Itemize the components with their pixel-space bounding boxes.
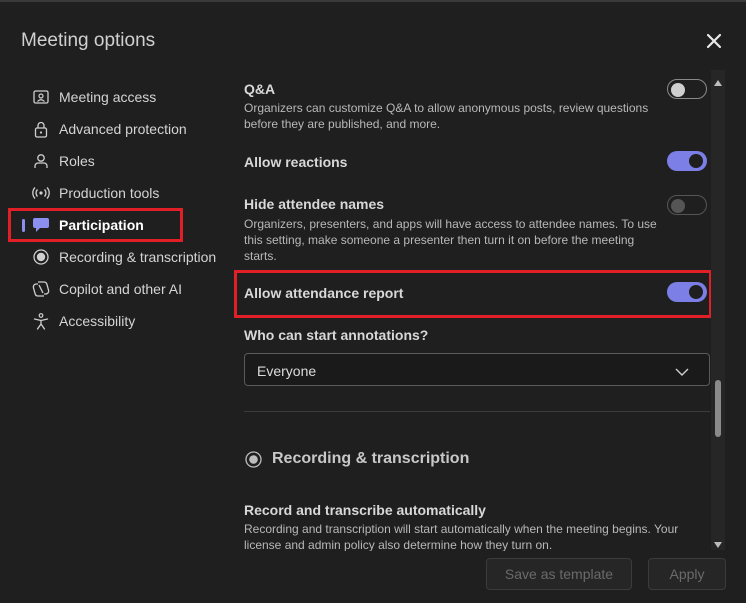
sidebar-item-label: Production tools <box>59 185 160 201</box>
toggle-knob <box>689 154 703 168</box>
record-auto-description: Recording and transcription will start a… <box>244 522 679 551</box>
record-auto-title: Record and transcribe automatically <box>244 502 486 518</box>
scrollbar-thumb[interactable] <box>715 380 721 437</box>
highlight-box-attendance <box>234 270 712 318</box>
toggle-knob <box>671 199 685 213</box>
apply-button[interactable]: Apply <box>648 558 726 590</box>
highlight-box-participation <box>8 208 183 242</box>
scrollbar-track[interactable] <box>711 70 725 550</box>
sidebar-item-label: Copilot and other AI <box>59 281 182 297</box>
sidebar-item-advanced-protection[interactable]: Advanced protection <box>32 116 187 142</box>
sidebar-item-label: Meeting access <box>59 89 157 105</box>
window-top-edge <box>0 0 746 2</box>
close-button[interactable] <box>703 30 725 52</box>
annotations-selected-value: Everyone <box>257 363 317 379</box>
section-divider <box>244 411 710 412</box>
close-icon <box>706 33 722 49</box>
sidebar-item-accessibility[interactable]: Accessibility <box>32 308 135 334</box>
toggle-knob <box>671 83 685 97</box>
sidebar-item-label: Recording & transcription <box>59 249 217 265</box>
hide-names-description: Organizers, presenters, and apps will ha… <box>244 217 657 263</box>
qa-title: Q&A <box>244 81 276 97</box>
recording-section-title: Recording & transcription <box>272 450 470 467</box>
broadcast-icon <box>32 184 50 202</box>
sidebar-item-label: Accessibility <box>59 313 136 329</box>
reactions-toggle[interactable] <box>667 151 707 171</box>
person-icon <box>32 152 50 170</box>
id-card-icon <box>32 88 50 106</box>
scroll-up-icon[interactable] <box>713 74 723 92</box>
annotations-dropdown[interactable]: Everyone <box>244 353 710 386</box>
save-as-template-button[interactable]: Save as template <box>486 558 632 590</box>
sidebar-item-label: Roles <box>59 153 95 169</box>
record-icon <box>245 451 262 473</box>
record-icon <box>32 248 50 266</box>
reactions-title: Allow reactions <box>244 154 348 170</box>
annotations-title: Who can start annotations? <box>244 327 429 343</box>
sidebar-item-recording-transcription[interactable]: Recording & transcription <box>32 244 216 270</box>
scroll-down-icon[interactable] <box>713 536 723 554</box>
sidebar-item-label: Advanced protection <box>59 121 187 137</box>
sidebar-item-meeting-access[interactable]: Meeting access <box>32 84 156 110</box>
copilot-icon <box>32 280 50 298</box>
qa-toggle[interactable] <box>667 79 707 99</box>
chevron-down-icon <box>675 364 689 382</box>
dialog-title: Meeting options <box>21 30 156 51</box>
sidebar-item-production-tools[interactable]: Production tools <box>32 180 159 206</box>
hide-names-title: Hide attendee names <box>244 196 385 212</box>
lock-icon <box>32 120 50 138</box>
qa-description: Organizers can customize Q&A to allow an… <box>244 101 649 131</box>
sidebar-item-roles[interactable]: Roles <box>32 148 95 174</box>
accessibility-icon <box>32 312 50 330</box>
sidebar-item-copilot[interactable]: Copilot and other AI <box>32 276 182 302</box>
hide-names-toggle[interactable] <box>667 195 707 215</box>
